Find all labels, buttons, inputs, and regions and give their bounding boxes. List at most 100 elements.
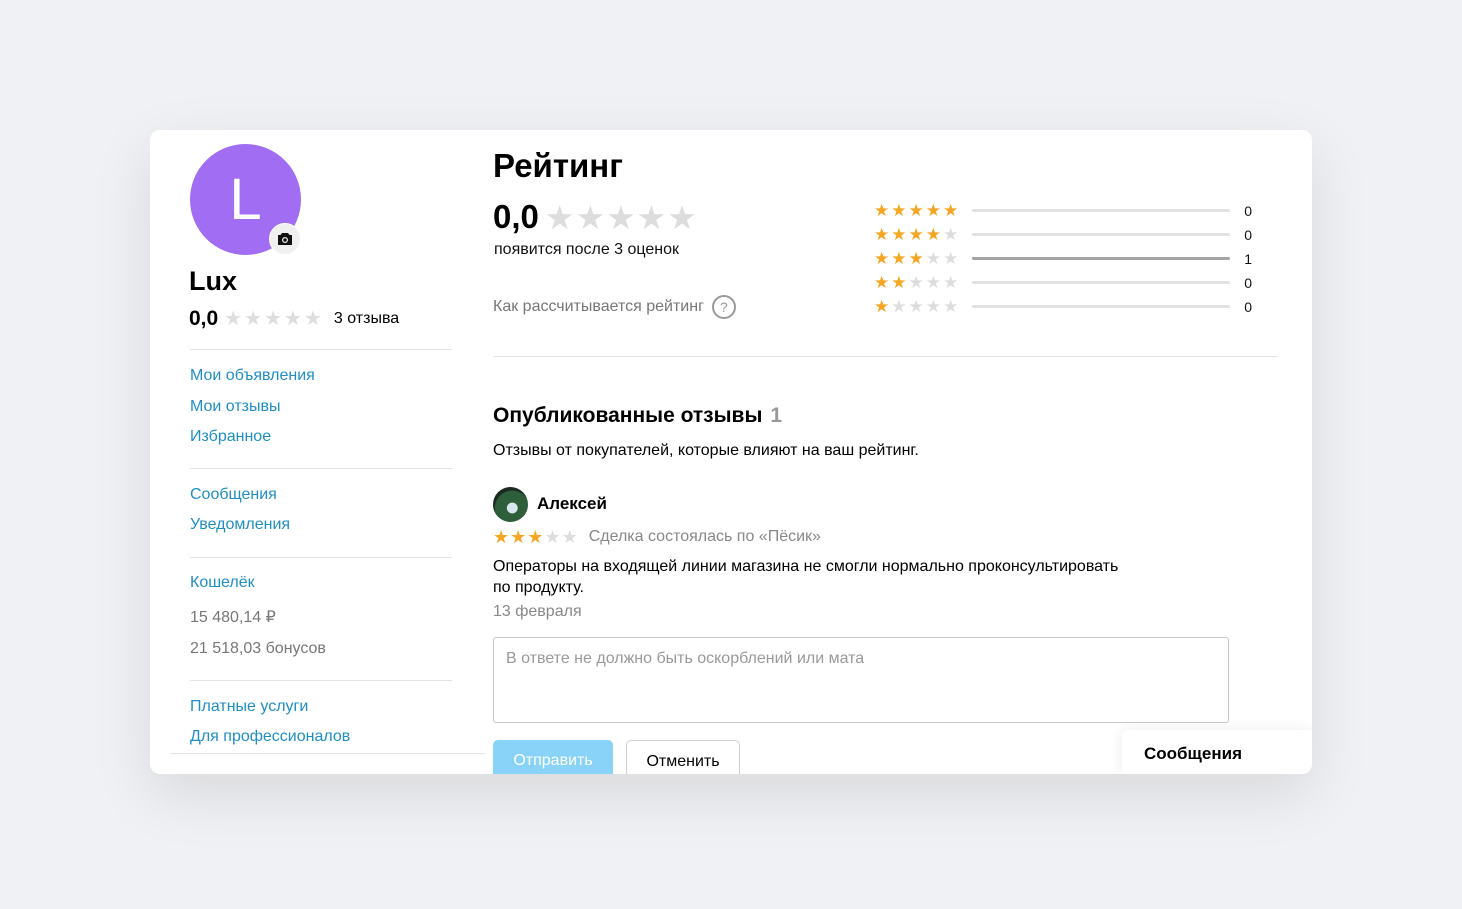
sidebar-item-notifications[interactable]: Уведомления — [190, 516, 290, 534]
camera-icon[interactable] — [269, 223, 301, 255]
cancel-button[interactable]: Отменить — [626, 740, 740, 774]
wallet-balance: 15 480,14 ₽ — [190, 609, 276, 626]
rating-how-label: Как рассчитывается рейтинг — [493, 298, 704, 315]
reviewer-avatar[interactable] — [493, 487, 528, 522]
review-date: 13 февраля — [493, 603, 582, 620]
user-reviews-count[interactable]: 3 отзыва — [334, 310, 399, 328]
star-empty-icon: ★ — [943, 225, 959, 244]
rating-distribution-row: ★ ★ ★ ★ ★ 1 — [874, 250, 1256, 267]
sidebar-divider — [190, 680, 452, 681]
messages-chat-tab[interactable]: Сообщения — [1122, 730, 1312, 774]
rating-distribution-row: ★ ★ ★ ★ ★ 0 — [874, 202, 1256, 219]
published-reviews-title: Опубликованные отзывы 1 — [493, 404, 782, 428]
star-filled-icon: ★ — [493, 527, 510, 547]
user-rating: 0,0 ★ ★ ★ ★ ★ 3 отзыва — [189, 307, 399, 331]
user-rating-stars: ★ ★ ★ ★ ★ — [224, 309, 324, 329]
star-empty-icon: ★ — [224, 308, 243, 330]
review-deal: Сделка состоялась по «Пёсик» — [588, 528, 821, 545]
rating-stars: ★ ★ ★ ★ ★ — [545, 201, 698, 234]
sidebar-divider — [190, 349, 452, 350]
rating-title: Рейтинг — [493, 147, 623, 184]
rating-how-link[interactable]: Как рассчитывается рейтинг ? — [493, 295, 736, 319]
star-empty-icon: ★ — [561, 527, 578, 547]
star-filled-icon: ★ — [925, 201, 941, 220]
sidebar-item-favorites[interactable]: Избранное — [190, 428, 271, 446]
user-name: Lux — [189, 266, 238, 296]
distribution-bar — [972, 281, 1231, 284]
section-divider — [493, 356, 1278, 357]
sidebar-divider — [190, 557, 452, 558]
review-stars: ★ ★ ★ ★ ★ — [493, 528, 579, 546]
star-empty-icon: ★ — [264, 308, 283, 330]
star-empty-icon: ★ — [908, 297, 924, 316]
send-button[interactable]: Отправить — [493, 740, 613, 774]
star-empty-icon: ★ — [891, 297, 907, 316]
distribution-stars: ★ ★ ★ ★ ★ — [874, 250, 960, 267]
star-empty-icon: ★ — [244, 308, 263, 330]
distribution-bar — [972, 257, 1231, 260]
star-filled-icon: ★ — [908, 225, 924, 244]
star-empty-icon: ★ — [925, 297, 941, 316]
star-empty-icon: ★ — [908, 273, 924, 292]
star-empty-icon: ★ — [606, 198, 636, 236]
rating-distribution-row: ★ ★ ★ ★ ★ 0 — [874, 226, 1256, 243]
star-empty-icon: ★ — [544, 527, 561, 547]
sidebar-item-paid-services[interactable]: Платные услуги — [190, 698, 308, 716]
star-empty-icon: ★ — [943, 249, 959, 268]
star-empty-icon: ★ — [667, 198, 697, 236]
distribution-stars: ★ ★ ★ ★ ★ — [874, 298, 960, 315]
avatar-letter: L — [229, 167, 262, 232]
star-filled-icon: ★ — [908, 201, 924, 220]
star-filled-icon: ★ — [891, 249, 907, 268]
star-empty-icon: ★ — [925, 273, 941, 292]
star-filled-icon: ★ — [874, 297, 890, 316]
reply-input[interactable] — [493, 637, 1229, 723]
distribution-bar — [972, 305, 1231, 308]
rating-distribution-row: ★ ★ ★ ★ ★ 0 — [874, 274, 1256, 291]
sidebar-item-my-ads[interactable]: Мои объявления — [190, 367, 315, 385]
user-rating-value: 0,0 — [189, 307, 219, 330]
star-filled-icon: ★ — [874, 273, 890, 292]
star-filled-icon: ★ — [891, 225, 907, 244]
reviewer-name[interactable]: Алексей — [537, 494, 607, 514]
star-filled-icon: ★ — [527, 527, 544, 547]
star-empty-icon: ★ — [575, 198, 606, 236]
distribution-stars: ★ ★ ★ ★ ★ — [874, 274, 960, 291]
star-empty-icon: ★ — [284, 308, 302, 330]
rating-distribution-row: ★ ★ ★ ★ ★ 0 — [874, 298, 1256, 315]
rating-summary: 0,0 ★ ★ ★ ★ ★ — [493, 198, 698, 236]
distribution-count: 1 — [1244, 250, 1253, 267]
distribution-count: 0 — [1244, 274, 1253, 291]
star-filled-icon: ★ — [510, 527, 527, 547]
profile-card: L Lux 0,0 ★ ★ ★ ★ ★ 3 отзыва Мои объявления … — [150, 130, 1312, 774]
distribution-count: 0 — [1244, 298, 1253, 315]
sidebar-item-wallet[interactable]: Кошелёк — [190, 574, 255, 592]
star-filled-icon: ★ — [943, 201, 959, 220]
sidebar-item-my-reviews[interactable]: Мои отзывы — [190, 398, 281, 416]
distribution-bar — [972, 209, 1231, 212]
help-icon[interactable]: ? — [711, 295, 736, 319]
star-filled-icon: ★ — [925, 225, 941, 244]
sidebar-divider — [170, 753, 485, 754]
distribution-count: 0 — [1244, 226, 1253, 243]
star-empty-icon: ★ — [636, 198, 667, 236]
review-text-line: по продукту. — [493, 579, 584, 596]
star-empty-icon: ★ — [544, 198, 575, 236]
published-reviews-description: Отзывы от покупателей, которые влияют на… — [493, 442, 919, 459]
sidebar-item-messages[interactable]: Сообщения — [190, 486, 277, 504]
star-empty-icon: ★ — [925, 249, 941, 268]
distribution-bar-fill — [972, 257, 1231, 260]
star-empty-icon: ★ — [943, 273, 959, 292]
review-meta: ★ ★ ★ ★ ★ Сделка состоялась по «Пёсик» — [493, 528, 821, 546]
published-reviews-count: 1 — [770, 404, 783, 427]
published-reviews-label: Опубликованные отзывы — [493, 404, 763, 427]
star-empty-icon: ★ — [943, 297, 959, 316]
rating-note: появится после 3 оценок — [494, 241, 680, 258]
distribution-stars: ★ ★ ★ ★ ★ — [874, 226, 960, 243]
star-filled-icon: ★ — [874, 249, 890, 268]
star-filled-icon: ★ — [891, 201, 907, 220]
star-filled-icon: ★ — [874, 201, 890, 220]
sidebar-item-for-professionals[interactable]: Для профессионалов — [190, 728, 350, 746]
review-text-line: Операторы на входящей линии магазина не … — [493, 558, 1119, 575]
star-filled-icon: ★ — [891, 273, 907, 292]
